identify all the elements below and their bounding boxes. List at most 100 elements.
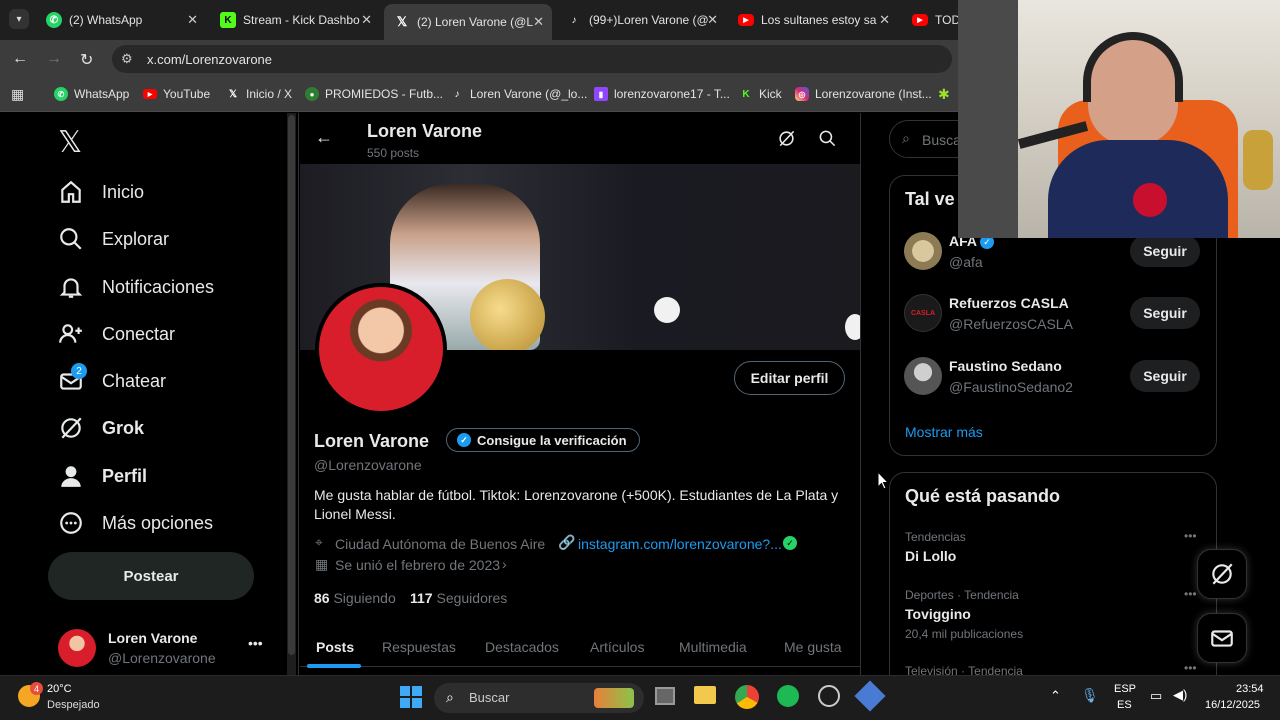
bio-line: Lionel Messi. (314, 506, 396, 522)
start-button[interactable] (400, 686, 422, 708)
network-icon[interactable]: ▭ (1150, 688, 1162, 704)
more-icon[interactable]: ••• (1184, 587, 1197, 601)
browser-tab[interactable]: K Stream - Kick Dashbo ✕ (210, 6, 380, 34)
tab-search-icon[interactable]: ▾ (9, 9, 29, 29)
microphone-icon[interactable]: 🎙 (1081, 687, 1099, 704)
sidebar-item-label: Notificaciones (102, 276, 215, 297)
edit-profile-button[interactable]: Editar perfil (734, 361, 845, 395)
close-icon[interactable]: ✕ (361, 12, 372, 28)
promiedos-icon: ● (305, 87, 319, 101)
follow-button[interactable]: Seguir (1130, 235, 1200, 267)
back-arrow-icon[interactable]: ← (315, 127, 333, 148)
close-icon[interactable]: ✕ (533, 14, 544, 30)
reload-icon[interactable]: ↻ (80, 50, 93, 70)
avatar: CASLA (904, 294, 942, 332)
following-link[interactable]: 86 Siguiendo (314, 590, 396, 606)
sidebar-item-conectar[interactable]: Conectar (58, 321, 175, 347)
site-info-icon[interactable]: ⚙ (121, 51, 133, 67)
profile-link[interactable]: instagram.com/lorenzovarone?... (578, 536, 782, 552)
trend-item[interactable]: Tendencias Di Lollo ••• (890, 527, 1216, 579)
chevron-up-icon[interactable]: ⌃ (1050, 688, 1061, 704)
start-tile (400, 686, 410, 696)
bookmark-promiedos[interactable]: ● PROMIEDOS - Futb... (305, 87, 443, 101)
close-icon[interactable]: ✕ (707, 12, 718, 28)
close-icon[interactable]: ✕ (879, 12, 890, 28)
tab-respuestas[interactable]: Respuestas (382, 639, 456, 655)
search-highlight (594, 688, 634, 708)
x-icon: 𝕏 (228, 88, 238, 100)
browser-tab[interactable]: ▶ Los sultanes estoy sa ✕ (728, 6, 898, 34)
sidebar-item-notificaciones[interactable]: Notificaciones (58, 274, 214, 300)
grok-icon[interactable] (777, 129, 796, 148)
sidebar-item-inicio[interactable]: Inicio (58, 179, 144, 205)
account-switcher[interactable]: Loren Varone @Lorenzovarone ••• (58, 627, 268, 669)
x-logo-icon[interactable]: 𝕏 (58, 125, 82, 160)
browser-tab-active[interactable]: 𝕏 (2) Loren Varone (@L ✕ (384, 4, 552, 40)
clock-time[interactable]: 23:54 (1236, 683, 1264, 695)
kick-icon: K (742, 88, 750, 100)
home-icon (61, 180, 81, 203)
apps-grid-icon[interactable]: ▦ (11, 86, 24, 103)
search-icon[interactable] (818, 129, 837, 148)
follow-button[interactable]: Seguir (1130, 297, 1200, 329)
chevron-right-icon[interactable]: › (502, 556, 507, 572)
follow-button[interactable]: Seguir (1130, 360, 1200, 392)
bookmark-label: PROMIEDOS - Futb... (325, 87, 444, 101)
get-verified-button[interactable]: ✓ Consigue la verificación (446, 428, 640, 452)
tab-me-gusta[interactable]: Me gusta (784, 639, 842, 655)
browser-tab[interactable]: ✆ (2) WhatsApp ✕ (36, 6, 206, 34)
bookmark-youtube[interactable]: ▶ YouTube (143, 87, 210, 101)
trend-item[interactable]: Televisión · Tendencia ••• (890, 661, 1216, 675)
tab-posts[interactable]: Posts (316, 639, 354, 655)
kick-icon: K (220, 12, 236, 28)
clock-date[interactable]: 16/12/2025 (1205, 699, 1260, 711)
more-icon[interactable]: ••• (1184, 529, 1197, 543)
show-more-link[interactable]: Mostrar más (905, 424, 983, 440)
sidebar-item-grok[interactable]: Grok (58, 415, 144, 441)
sidebar-item-explorar[interactable]: Explorar (58, 226, 169, 252)
bookmark-tiktok[interactable]: ♪ Loren Varone (@_lo... (450, 87, 588, 101)
tab-articulos[interactable]: Artículos (590, 639, 644, 655)
tab-label: (2) WhatsApp (69, 13, 143, 27)
tab-multimedia[interactable]: Multimedia (679, 639, 747, 655)
profile-avatar[interactable] (315, 283, 447, 415)
forward-icon[interactable]: → (46, 50, 62, 68)
sidebar-item-perfil[interactable]: Perfil (58, 463, 147, 489)
back-icon[interactable]: ← (12, 50, 28, 68)
messages-float-button[interactable] (1197, 613, 1247, 663)
bookmark-twitch[interactable]: ▮ lorenzovarone17 - T... (594, 87, 730, 101)
suggestion-handle: @afa (949, 254, 983, 270)
bookmark-instagram[interactable]: ◎ Lorenzovarone (Inst... (795, 87, 932, 101)
tab-label: Stream - Kick Dashbo (243, 13, 360, 27)
browser-tab[interactable]: ♪ (99+)Loren Varone (@ ✕ (556, 6, 726, 34)
avatar (904, 232, 942, 270)
bookmark-x[interactable]: 𝕏 Inicio / X (226, 87, 292, 101)
language-label[interactable]: ESP (1114, 683, 1136, 695)
weather-badge: 4 (30, 682, 43, 695)
spotify-icon[interactable] (777, 685, 799, 707)
app-icon[interactable] (854, 680, 886, 712)
more-icon[interactable]: ••• (1184, 661, 1197, 675)
volume-icon[interactable]: ◀) (1173, 687, 1187, 703)
close-icon[interactable]: ✕ (187, 12, 198, 28)
taskbar-search[interactable]: ⌕ Buscar (434, 683, 644, 713)
grok-float-button[interactable] (1197, 549, 1247, 599)
tab-destacados[interactable]: Destacados (485, 639, 559, 655)
tiktok-icon: ♪ (571, 14, 577, 26)
more-icon[interactable]: ••• (248, 635, 263, 651)
browser-tab[interactable]: ▶ TODO (902, 6, 958, 34)
app-icon[interactable] (818, 685, 840, 707)
bookmark-kick[interactable]: K Kick (739, 87, 781, 101)
followers-link[interactable]: 117 Seguidores (410, 590, 507, 606)
url-text[interactable]: x.com/Lorenzovarone (147, 52, 272, 67)
sidebar-item-mas-opciones[interactable]: Más opciones (58, 510, 213, 536)
trend-item[interactable]: Deportes · Tendencia Toviggino 20,4 mil … (890, 585, 1216, 645)
post-button[interactable]: Postear (48, 552, 254, 600)
chrome-icon[interactable] (735, 685, 759, 709)
scrollbar[interactable] (287, 113, 296, 675)
bookmark-whatsapp[interactable]: ✆ WhatsApp (54, 87, 129, 101)
task-view-icon[interactable] (655, 687, 675, 705)
extension-icon[interactable]: ✱ (938, 86, 950, 103)
file-explorer-icon[interactable] (694, 686, 716, 704)
twitch-icon: ▮ (594, 87, 608, 101)
